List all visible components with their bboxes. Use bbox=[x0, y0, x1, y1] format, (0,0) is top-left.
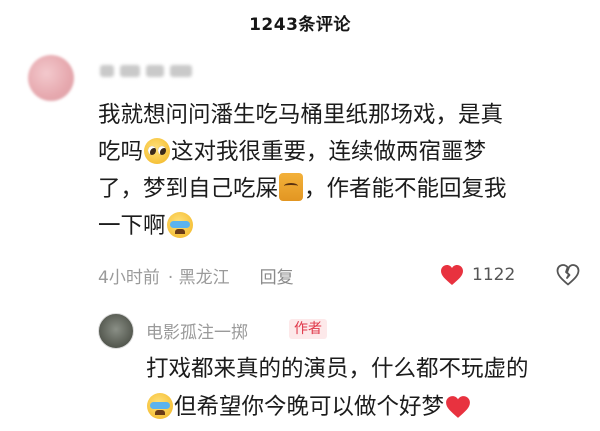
comment-count-title: 1243条评论 bbox=[249, 14, 351, 35]
blurred-name-part bbox=[146, 65, 164, 77]
like-count: 1122 bbox=[472, 265, 516, 285]
cat-emoji-icon bbox=[279, 173, 304, 201]
blurred-name-part bbox=[170, 65, 192, 77]
comment-text-line: 一下啊 bbox=[98, 213, 166, 239]
comment-text-line: 了，梦到自己吃屎 bbox=[98, 176, 279, 202]
author-badge: 作者 bbox=[289, 319, 327, 339]
comment-time: 4小时前 bbox=[98, 267, 160, 288]
comments-header: 1243条评论 bbox=[0, 0, 600, 44]
crying-face-emoji-icon bbox=[147, 393, 173, 419]
comment-text-line: 这对我很重要，连续做两宿噩梦 bbox=[171, 139, 487, 165]
commenter-name-blurred[interactable] bbox=[100, 62, 192, 80]
comment-text-line: 吃吗 bbox=[98, 139, 144, 165]
comment-body: 我就想问问潘生吃马桶里纸那场戏，是真 吃吗 这对我很重要，连续做两宿噩梦 了，梦到… bbox=[98, 97, 590, 245]
reply-text-line: 但希望你今晚可以做个好梦 bbox=[174, 394, 445, 420]
heart-emoji-icon bbox=[445, 393, 471, 418]
crying-face-emoji-icon bbox=[166, 212, 193, 238]
reply-body: 打戏都来真的的演员，什么都不玩虚的 但希望你今晚可以做个好梦 bbox=[146, 350, 596, 426]
like-button[interactable]: 1122 bbox=[440, 262, 515, 288]
reply-button[interactable]: 回复 bbox=[260, 263, 294, 288]
pleading-face-emoji-icon bbox=[144, 138, 171, 164]
blurred-name-part bbox=[100, 65, 114, 77]
reply-text-line: 打戏都来真的的演员，什么都不玩虚的 bbox=[146, 356, 529, 382]
author-name[interactable]: 电影孤注一掷 bbox=[146, 318, 248, 343]
blurred-name-part bbox=[120, 65, 140, 77]
broken-heart-icon[interactable] bbox=[556, 263, 580, 287]
heart-icon bbox=[441, 265, 463, 285]
author-avatar[interactable] bbox=[98, 313, 134, 349]
commenter-avatar[interactable] bbox=[28, 55, 74, 101]
comment-location: · 黑龙江 bbox=[167, 267, 230, 288]
comment-text-line: ，作者能不能回复我 bbox=[304, 176, 507, 202]
comment-text-line: 我就想问问潘生吃马桶里纸那场戏，是真 bbox=[98, 102, 504, 128]
comment-meta: 4小时前 · 黑龙江 回复 bbox=[98, 263, 294, 288]
